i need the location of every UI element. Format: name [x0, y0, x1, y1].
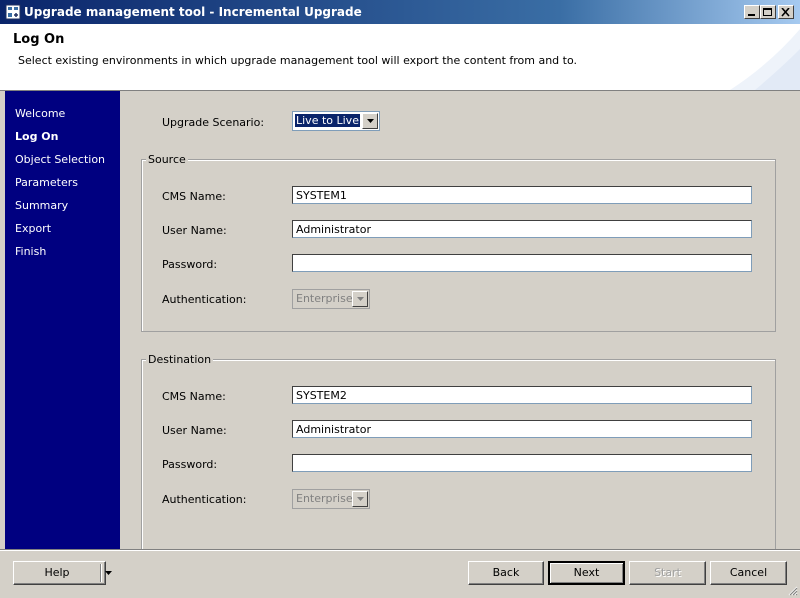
destination-cms-label: CMS Name: — [162, 390, 226, 403]
source-legend: Source — [146, 153, 188, 166]
source-user-name-input[interactable] — [292, 220, 752, 238]
maximize-button[interactable] — [760, 5, 776, 19]
bottom-separator — [0, 549, 800, 551]
upgrade-scenario-label: Upgrade Scenario: — [162, 116, 265, 129]
destination-password-label: Password: — [162, 458, 218, 471]
destination-password-input[interactable] — [292, 454, 752, 472]
source-auth-dropdown-button — [352, 291, 368, 307]
wizard-steps-sidebar: Welcome Log On Object Selection Paramete… — [5, 91, 120, 549]
destination-legend: Destination — [146, 353, 214, 366]
step-export[interactable]: Export — [15, 222, 51, 235]
minimize-icon — [748, 14, 755, 16]
source-cms-name-input[interactable] — [292, 186, 752, 204]
title-bar[interactable]: Upgrade management tool - Incremental Up… — [0, 0, 800, 24]
start-button: Start — [629, 561, 706, 585]
header-decoration — [730, 29, 800, 90]
destination-authentication-select: Enterprise — [292, 489, 370, 509]
step-log-on[interactable]: Log On — [15, 130, 58, 143]
chevron-down-icon — [367, 119, 374, 123]
chevron-down-icon — [357, 497, 364, 501]
source-password-label: Password: — [162, 258, 218, 271]
source-cms-label: CMS Name: — [162, 190, 226, 203]
step-summary[interactable]: Summary — [15, 199, 68, 212]
back-button[interactable]: Back — [468, 561, 544, 585]
step-finish[interactable]: Finish — [15, 245, 46, 258]
page-subtitle: Select existing environments in which up… — [18, 54, 578, 67]
source-auth-label: Authentication: — [162, 293, 247, 306]
resize-grip-icon[interactable] — [787, 585, 798, 596]
source-user-label: User Name: — [162, 224, 227, 237]
chevron-down-icon[interactable] — [105, 571, 112, 575]
chevron-down-icon — [357, 297, 364, 301]
source-password-input[interactable] — [292, 254, 752, 272]
cancel-button[interactable]: Cancel — [710, 561, 787, 585]
window-title: Upgrade management tool - Incremental Up… — [24, 5, 362, 19]
upgrade-scenario-select[interactable]: Live to Live — [292, 111, 380, 131]
step-parameters[interactable]: Parameters — [15, 176, 78, 189]
destination-user-label: User Name: — [162, 424, 227, 437]
close-button[interactable] — [778, 5, 794, 19]
upgrade-scenario-dropdown-button[interactable] — [362, 113, 378, 129]
wizard-header: Log On Select existing environments in w… — [0, 24, 800, 91]
minimize-button[interactable] — [744, 5, 760, 19]
source-auth-value: Enterprise — [296, 292, 353, 305]
step-welcome[interactable]: Welcome — [15, 107, 65, 120]
app-icon — [5, 4, 21, 20]
step-object-selection[interactable]: Object Selection — [15, 153, 105, 166]
destination-auth-value: Enterprise — [296, 492, 353, 505]
upgrade-scenario-value: Live to Live — [294, 113, 361, 128]
help-button-label: Help — [44, 566, 70, 579]
next-button[interactable]: Next — [548, 561, 625, 585]
destination-cms-name-input[interactable] — [292, 386, 752, 404]
help-split-button[interactable]: Help — [13, 561, 112, 585]
maximize-icon — [763, 8, 772, 16]
destination-auth-label: Authentication: — [162, 493, 247, 506]
source-group — [141, 159, 776, 332]
close-icon — [781, 8, 790, 17]
source-authentication-select: Enterprise — [292, 289, 370, 309]
page-title: Log On — [13, 32, 65, 47]
destination-user-name-input[interactable] — [292, 420, 752, 438]
destination-auth-dropdown-button — [352, 491, 368, 507]
help-split-separator — [100, 564, 102, 582]
app-window: Upgrade management tool - Incremental Up… — [0, 0, 800, 598]
